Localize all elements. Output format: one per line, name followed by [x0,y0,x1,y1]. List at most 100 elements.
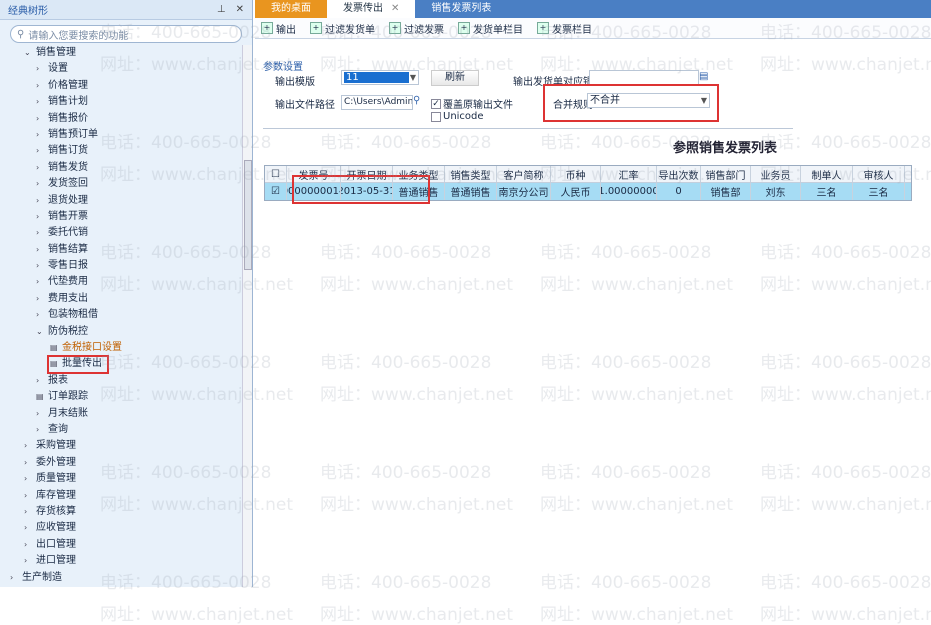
tree-item-label: 批量传出 [62,358,102,370]
tab-invoice-list[interactable]: 销售发票列表 [415,0,507,18]
reference-icon[interactable]: ▤ [699,71,708,82]
table-cell: 人民币 [551,183,601,200]
path-input[interactable]: C:\Users\Administrator [341,95,413,110]
tree-item[interactable]: › 价格管理 [0,78,242,94]
toolbar-button-label: 过滤发货单 [325,24,375,36]
template-select[interactable]: 11 ▼ [341,70,419,85]
table-cell: 三名 [853,183,905,200]
search-input[interactable]: ⚲ 请输入您要搜索的功能 [10,25,242,43]
highlight-box [292,175,430,204]
tab-bar: 我的桌面 发票传出 ✕ 销售发票列表 [255,0,931,18]
toolbar-button[interactable]: + 发货单栏目 [458,21,523,36]
column-header[interactable]: 业务员 [751,166,801,182]
chevron-right-icon: › [36,129,40,139]
pin-icon[interactable]: ⊥ [217,4,226,15]
column-header[interactable]: 制单人 [801,166,853,182]
tree-item[interactable]: › 销售报价 [0,111,242,127]
tree-item-label: 销售报价 [48,112,88,124]
template-label: 输出模版 [275,77,315,88]
column-header[interactable]: 币种 [551,166,601,182]
chevron-right-icon: › [36,179,40,189]
tree-item-label: 库存管理 [36,489,76,501]
chevron-right-icon: › [24,539,28,549]
column-header[interactable]: 客户简称 [497,166,551,182]
tab-desktop[interactable]: 我的桌面 [255,0,327,18]
chevron-right-icon: › [24,474,28,484]
tree-item[interactable]: › 库存管理 [0,488,242,504]
tree-item[interactable]: › 发货签回 [0,176,242,192]
toolbar-button-label: 过滤发票 [404,24,444,36]
unicode-checkbox[interactable]: Unicode [431,111,484,122]
tree-item-label: 应收管理 [36,522,76,534]
tree-item[interactable]: › 销售订货 [0,143,242,159]
tree-item-label: 费用支出 [48,292,88,304]
toolbar-button-label: 输出 [276,24,296,36]
tree-item[interactable]: › 应收管理 [0,520,242,536]
tree-item[interactable]: ▤ 订单跟踪 [0,389,242,405]
column-header[interactable]: 审核人 [853,166,905,182]
tree-item[interactable]: ⌄ 销售管理 [0,45,242,61]
tree-item[interactable]: › 质量管理 [0,471,242,487]
chevron-right-icon: › [36,97,40,107]
tree-item[interactable]: › 进口管理 [0,553,242,569]
column-header[interactable]: 汇率 [601,166,657,182]
tree-item[interactable]: › 存货核算 [0,504,242,520]
tree-item-label: 采购管理 [36,440,76,452]
chevron-right-icon: › [24,457,28,467]
scrollbar-thumb[interactable] [244,160,252,270]
tree-item[interactable]: › 销售发货 [0,160,242,176]
row-checkbox[interactable]: ☑ [265,183,287,200]
toolbar-button[interactable]: + 输出 [261,21,296,36]
column-header[interactable]: 导出次数 [657,166,701,182]
bank-input[interactable] [589,70,699,85]
close-tab-icon[interactable]: ✕ [391,3,399,14]
tree-item[interactable]: › 报表 [0,373,242,389]
tree-item[interactable]: › 费用支出 [0,291,242,307]
overwrite-checkbox[interactable]: ✓ 覆盖原输出文件 [431,96,513,111]
column-header[interactable]: 销售部门 [701,166,751,182]
tree-item[interactable]: › 代垫费用 [0,274,242,290]
tree-item[interactable]: › 查询 [0,422,242,438]
checkbox-box [431,111,441,122]
tree-item-label: 防伪税控 [48,325,88,337]
browse-icon[interactable]: ⚲ [413,95,420,106]
tree-item[interactable]: ⌄ 防伪税控 [0,324,242,340]
tree-item[interactable]: ▤ 金税接口设置 [0,340,242,356]
tree-item[interactable]: › 委外管理 [0,455,242,471]
tab-label: 我的桌面 [271,3,311,14]
close-icon[interactable]: ✕ [236,4,244,15]
tree-item[interactable]: › 包装物租借 [0,307,242,323]
column-header[interactable]: 销售类型 [445,166,497,182]
tree-item-label: 存货核算 [36,505,76,517]
tree-item[interactable]: › 销售计划 [0,94,242,110]
path-label: 输出文件路径 [275,100,335,111]
toolbar-button[interactable]: + 过滤发票 [389,21,444,36]
chevron-right-icon: › [36,228,40,238]
chevron-right-icon: › [36,310,40,320]
tree-item[interactable]: › 月末结账 [0,406,242,422]
tree-item-label: 设置 [48,63,68,75]
toolbar-button[interactable]: + 发票栏目 [537,21,592,36]
tree-item[interactable]: › 销售开票 [0,209,242,225]
table-cell: 三名 [801,183,853,200]
select-all-checkbox[interactable]: ☐ [265,166,287,182]
refresh-button[interactable]: 刷新 [431,70,479,86]
tree-item[interactable]: › 出口管理 [0,537,242,553]
tab-invoice-export[interactable]: 发票传出 ✕ [327,0,416,18]
tree-item[interactable]: › 采购管理 [0,438,242,454]
tree-item[interactable]: › 生产制造 [0,570,242,586]
tree-item[interactable]: › 销售结算 [0,242,242,258]
tree-item[interactable]: › 销售预订单 [0,127,242,143]
tree-item[interactable]: › 零售日报 [0,258,242,274]
tree-item[interactable]: › 委托代销 [0,225,242,241]
tree-item-label: 查询 [48,423,68,435]
tree-item-label: 金税接口设置 [62,342,122,354]
toolbar-button[interactable]: + 过滤发货单 [310,21,375,36]
sidebar-scrollbar[interactable] [242,45,252,587]
table-cell: 刘东 [751,183,801,200]
document-icon: ▤ [36,392,44,402]
tree-item[interactable]: › 退货处理 [0,193,242,209]
checkbox-box: ✓ [431,98,441,109]
tree-item[interactable]: › 设置 [0,61,242,77]
tree-item[interactable]: ▤ 批量传出 [47,355,109,374]
